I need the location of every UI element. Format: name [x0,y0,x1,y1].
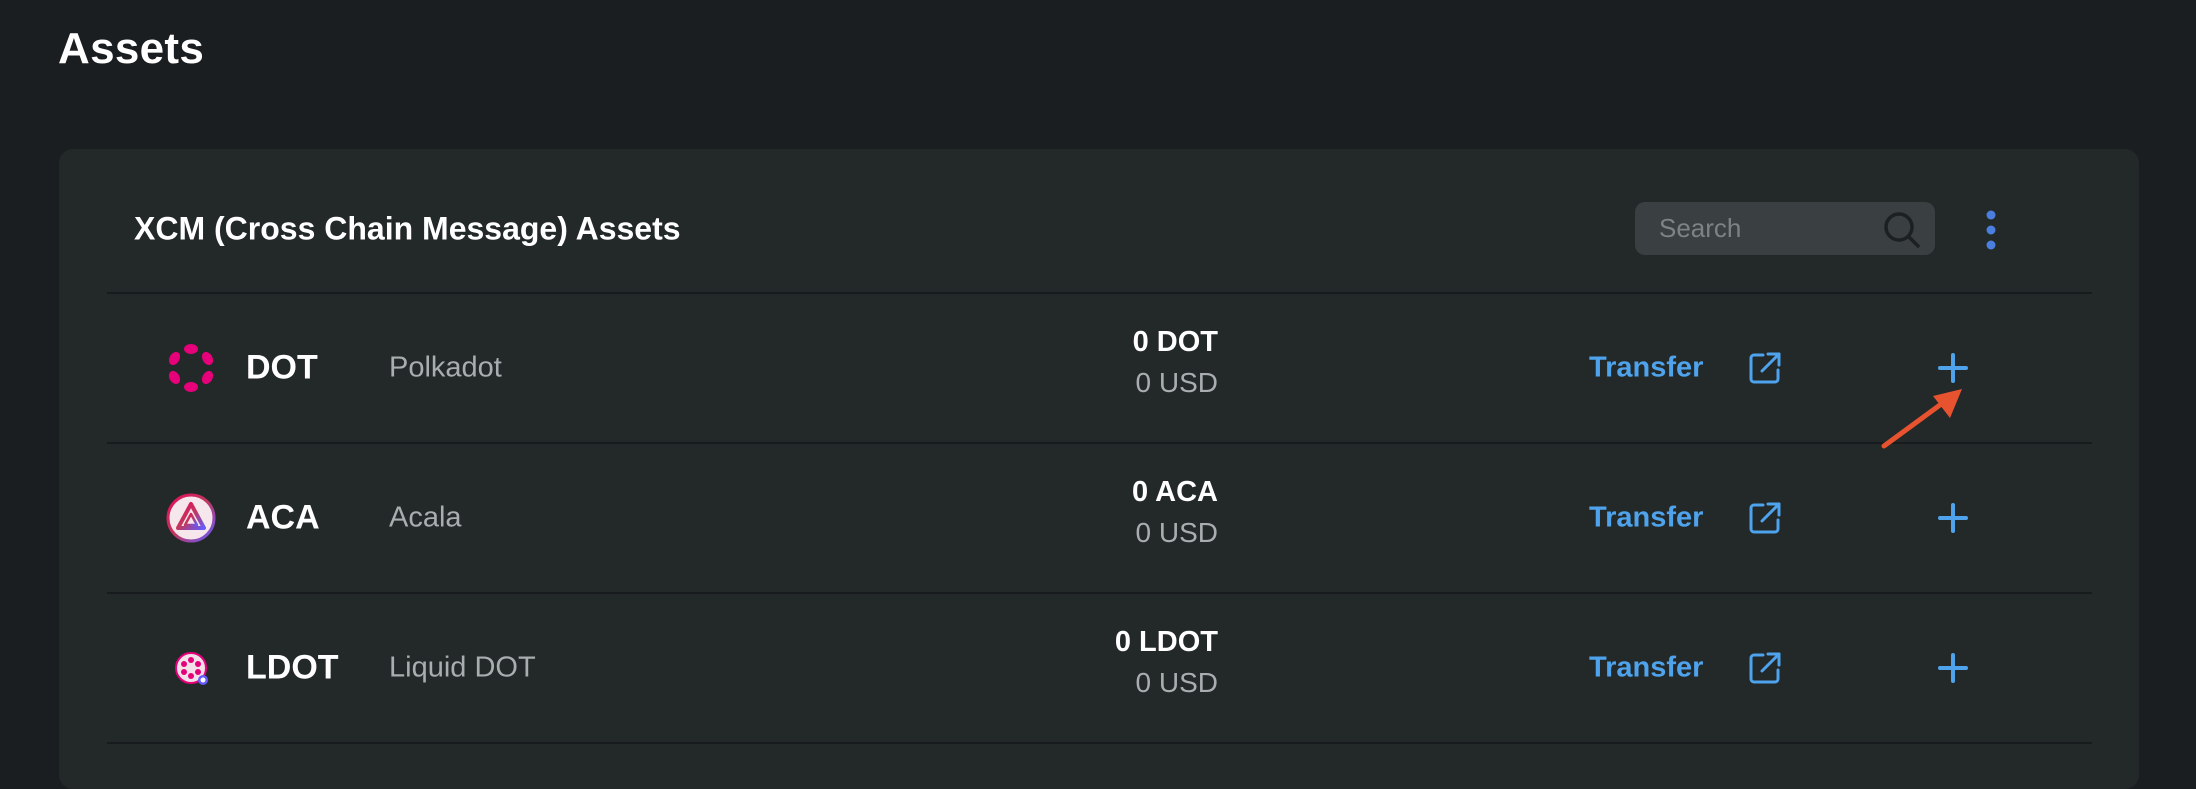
asset-row-ldot: LDOT Liquid DOT 0 LDOT 0 USD Transfer [107,594,2092,742]
plus-icon[interactable] [1937,652,1969,684]
asset-balance: 0 DOT 0 USD [1133,322,1218,404]
acala-logo [166,493,216,543]
transfer-button[interactable]: Transfer [1589,502,1703,535]
asset-name: Liquid DOT [389,651,536,684]
balance-usd: 0 USD [1135,667,1218,698]
asset-symbol: DOT [246,348,318,387]
external-link-icon[interactable] [1747,350,1783,386]
page-title: Assets [58,24,205,73]
plus-icon[interactable] [1937,352,1969,384]
plus-icon[interactable] [1937,502,1969,534]
balance-amount: 0 LDOT [1114,626,1218,658]
annotation-arrow-icon [1881,389,1962,449]
balance-amount: 0 DOT [1132,326,1218,358]
divider [107,742,2092,744]
asset-symbol: ACA [246,498,320,537]
transfer-button[interactable]: Transfer [1589,652,1703,685]
external-link-icon[interactable] [1747,500,1783,536]
external-link-icon[interactable] [1747,650,1783,686]
asset-row-dot: DOT Polkadot 0 DOT 0 USD Transfer [107,294,2092,442]
asset-name: Acala [389,501,462,534]
search-icon[interactable] [1881,209,1921,249]
panel-title: XCM (Cross Chain Message) Assets [134,210,681,247]
asset-name: Polkadot [389,351,502,384]
balance-usd: 0 USD [1135,517,1218,548]
balance-amount: 0 ACA [1132,476,1218,508]
asset-symbol: LDOT [246,648,339,687]
asset-balance: 0 ACA 0 USD [1132,472,1218,554]
transfer-button[interactable]: Transfer [1589,352,1703,385]
search-input[interactable] [1635,202,1865,255]
more-vertical-icon[interactable] [1977,209,2005,251]
balance-usd: 0 USD [1135,367,1218,398]
asset-row-aca: ACA Acala 0 ACA 0 USD Transfer [107,444,2092,592]
search-box[interactable] [1635,202,1935,255]
assets-panel: XCM (Cross Chain Message) Assets DOT Pol… [59,149,2139,789]
liquid-dot-logo [175,652,208,685]
asset-balance: 0 LDOT 0 USD [1115,622,1218,704]
polkadot-logo [168,344,214,392]
